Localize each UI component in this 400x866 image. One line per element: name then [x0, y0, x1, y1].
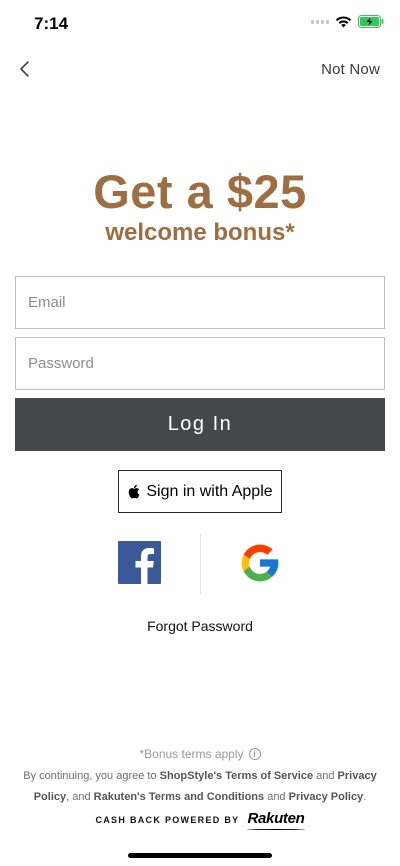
bonus-terms-link[interactable]: *Bonus terms apply i — [0, 747, 400, 761]
status-icons — [311, 15, 384, 28]
back-button[interactable] — [14, 56, 38, 82]
sign-in-with-apple-button[interactable]: Sign in with Apple — [118, 470, 282, 513]
promo-subhead: welcome bonus* — [105, 219, 295, 246]
powered-by-rakuten: CASH BACK POWERED BY Rakuten — [0, 810, 400, 830]
legal-prefix: By continuing, you agree to — [23, 770, 160, 782]
social-divider — [200, 533, 201, 595]
google-login-button[interactable] — [238, 541, 282, 585]
legal-and-2: and — [264, 791, 289, 803]
apple-button-label: Sign in with Apple — [146, 482, 273, 500]
legal-text: By continuing, you agree to ShopStyle's … — [20, 766, 380, 808]
top-nav: Not Now — [0, 52, 400, 86]
status-bar: 7:14 — [0, 0, 400, 46]
promo-headline: Get a $25 — [93, 165, 307, 218]
apple-icon — [129, 484, 140, 499]
battery-charging-icon — [358, 15, 384, 28]
rakuten-logo: Rakuten — [247, 810, 305, 830]
cellular-signal-icon — [311, 19, 329, 24]
not-now-button[interactable]: Not Now — [321, 61, 380, 78]
facebook-login-button[interactable] — [118, 541, 161, 584]
rakuten-terms-link[interactable]: Rakuten's Terms and Conditions — [94, 791, 265, 803]
legal-mid: , and — [66, 791, 94, 803]
email-field[interactable] — [15, 276, 385, 329]
wifi-icon — [335, 15, 352, 27]
chevron-left-icon — [20, 61, 29, 77]
legal-suffix: . — [363, 791, 367, 803]
shopstyle-terms-link[interactable]: ShopStyle's Terms of Service — [160, 770, 313, 782]
bonus-terms-label: *Bonus terms apply — [139, 747, 244, 761]
facebook-icon — [118, 541, 161, 584]
google-icon — [241, 544, 279, 582]
legal-and-1: and — [313, 770, 338, 782]
powered-by-label: CASH BACK POWERED BY — [95, 814, 240, 825]
rakuten-privacy-link[interactable]: Privacy Policy — [289, 791, 364, 803]
home-indicator — [128, 853, 272, 858]
status-time: 7:14 — [34, 14, 69, 33]
password-field[interactable] — [15, 337, 385, 390]
login-button[interactable]: Log In — [15, 398, 385, 451]
forgot-password-link[interactable]: Forgot Password — [0, 618, 400, 634]
info-icon: i — [248, 748, 261, 760]
